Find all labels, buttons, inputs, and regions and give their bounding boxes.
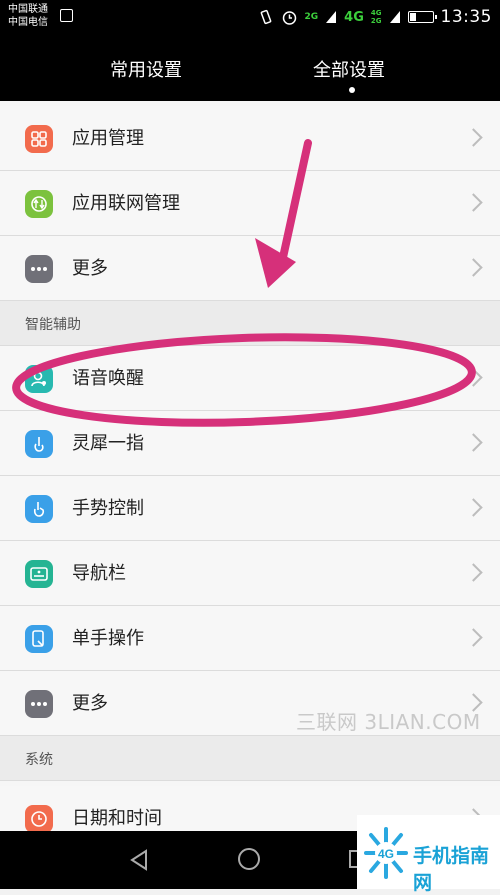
carrier-2: 中国电信 [8,17,48,28]
row-app-management[interactable]: 应用管理 [0,106,500,171]
section-header-system: 系统 [0,736,500,781]
knuckle-icon [25,430,53,458]
chevron-right-icon [464,368,483,387]
more-dots-icon [25,690,53,718]
network-icon [25,190,53,218]
logo-star-icon: 4G [364,827,408,879]
row-label: 应用联网管理 [72,193,180,214]
battery-level [409,13,416,21]
back-icon[interactable] [128,849,150,871]
chevron-right-icon [464,433,483,452]
signal-4g-label: 4G [344,9,364,25]
battery-icon [407,11,437,23]
alarm-icon [282,10,296,25]
row-label: 应用管理 [72,128,144,149]
selected-tab-indicator [349,87,355,93]
signal-4g-small: 4G [370,9,382,17]
row-label: 更多 [72,258,108,279]
row-label: 单手操作 [72,628,144,649]
chevron-right-icon [464,498,483,517]
section-header-smart-assist: 智能辅助 [0,301,500,346]
clock-icon [25,805,53,831]
vibrate-icon [260,9,271,25]
row-label: 语音唤醒 [72,368,144,389]
dual-signal-label: 4G 2G [371,9,382,25]
row-gesture-control[interactable]: 手势控制 [0,476,500,541]
signal-2g-label: 2G [304,11,319,22]
row-label: 手势控制 [72,498,144,519]
section-title: 智能辅助 [25,317,81,333]
row-label: 更多 [72,693,108,714]
status-icons: 2G 4G 4G 2G 13:35 [258,5,493,29]
row-more-1[interactable]: 更多 [0,236,500,301]
carrier-1: 中国联通 [8,4,48,15]
row-one-hand[interactable]: 单手操作 [0,606,500,671]
section-title: 系统 [25,752,53,768]
row-app-network[interactable]: 应用联网管理 [0,171,500,236]
chevron-right-icon [464,128,483,147]
home-icon[interactable] [238,848,260,870]
row-voice-wakeup[interactable]: 语音唤醒 [0,346,500,411]
logo-text: 手机指南网 [413,845,490,894]
tab-all-settings[interactable]: 全部设置 [313,56,385,82]
clock: 13:35 [440,7,492,27]
voice-user-icon [25,365,53,393]
row-knuckle[interactable]: 灵犀一指 [0,411,500,476]
app-grid-icon [25,125,53,153]
row-label: 导航栏 [72,563,126,584]
row-label: 日期和时间 [72,808,162,829]
site-logo: 4G 手机指南网 [357,815,500,894]
gesture-icon [25,495,53,523]
settings-tab-bar: 常用设置 全部设置 [0,34,500,101]
chevron-right-icon [464,628,483,647]
chevron-right-icon [464,563,483,582]
logo-badge: 4G [378,847,394,861]
navbar-icon [25,560,53,588]
watermark: 三联网 3LIAN.COM [296,710,481,734]
row-label: 灵犀一指 [72,433,144,454]
image-notification-icon [60,9,73,22]
chevron-right-icon [464,258,483,277]
status-bar: 中国联通 中国电信 2G 4G 4G 2G 13:35 [0,0,500,34]
chevron-right-icon [464,193,483,212]
tab-common-settings[interactable]: 常用设置 [110,56,182,82]
one-hand-icon [25,625,53,653]
more-dots-icon [25,255,53,283]
carrier-names: 中国联通 中国电信 [8,3,48,29]
row-navigation-bar[interactable]: 导航栏 [0,541,500,606]
signal-bars-icon [326,11,337,23]
signal-bars-2-icon [389,11,400,23]
signal-2g-small: 2G [370,17,382,25]
